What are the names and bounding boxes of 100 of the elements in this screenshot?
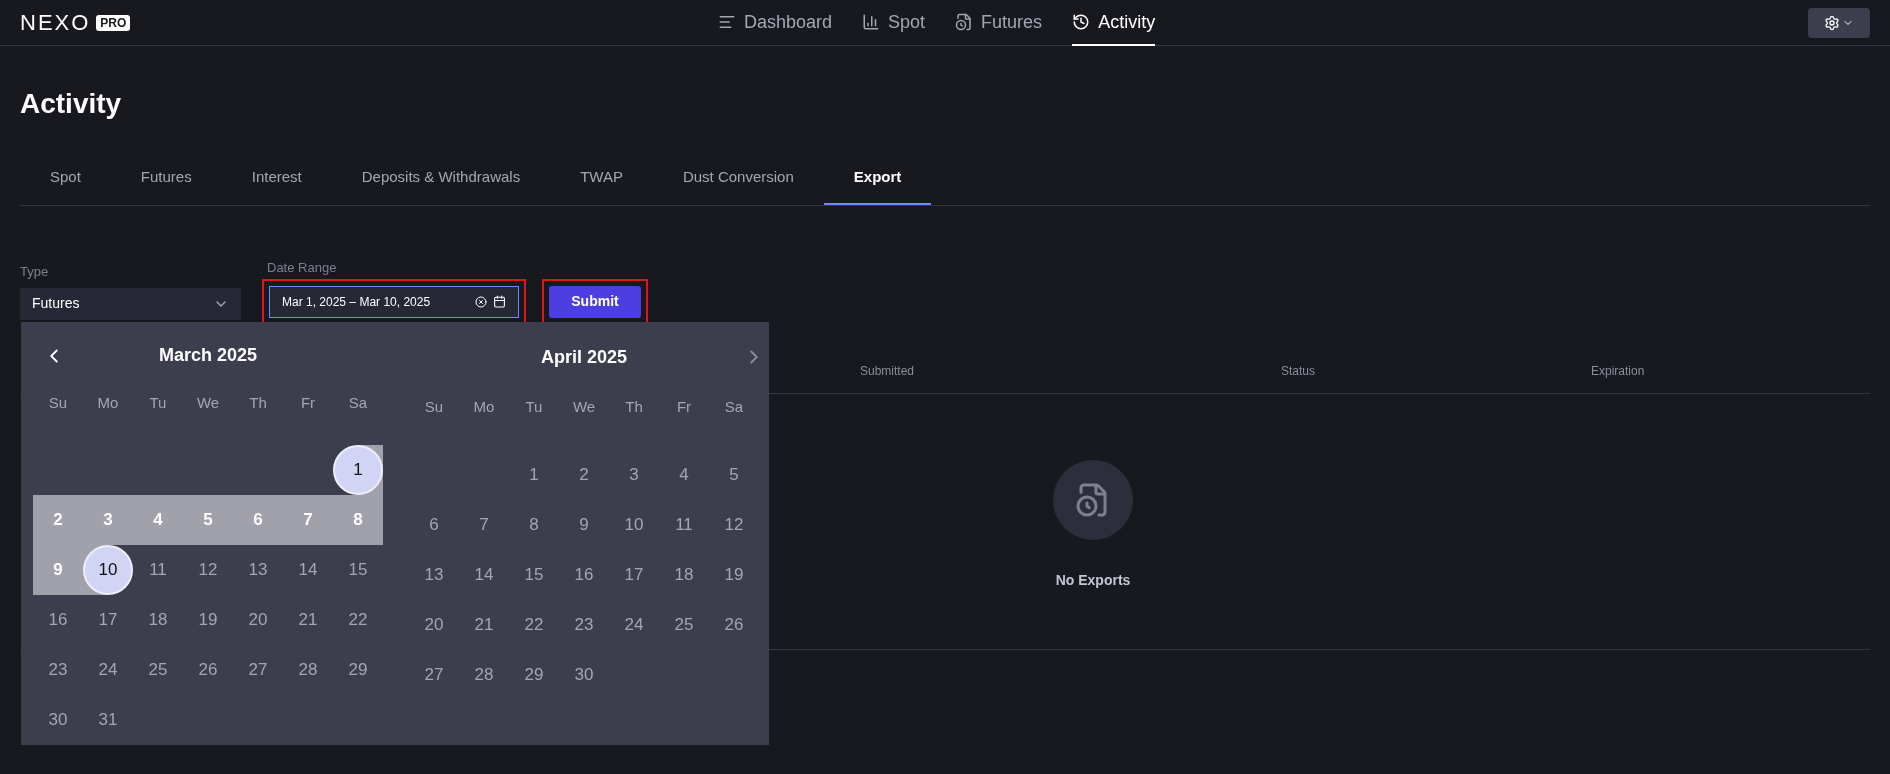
calendar-icon[interactable] [493,295,506,308]
calendar-day[interactable]: 12 [183,545,233,595]
nav-tab[interactable]: Dashboard [718,0,833,46]
calendar-day[interactable]: 21 [459,600,509,650]
weekday-label: Fr [675,396,693,417]
calendar-day[interactable]: 8 [333,495,383,545]
calendar-day[interactable]: 9 [559,500,609,550]
calendar-day[interactable]: 15 [333,545,383,595]
calendar-day[interactable]: 10 [83,545,133,595]
calendar-day[interactable]: 28 [283,645,333,695]
calendar-day[interactable]: 13 [233,545,283,595]
page-title: Activity [20,87,123,121]
calendar-day[interactable]: 8 [509,500,559,550]
calendar-day[interactable]: 2 [33,495,83,545]
calendar-day[interactable]: 4 [659,450,709,500]
calendar-day[interactable]: 24 [83,645,133,695]
calendar-day[interactable]: 6 [233,495,283,545]
settings-icon [1824,14,1840,31]
calendar-day[interactable]: 11 [133,545,183,595]
calendar-day[interactable]: 5 [183,495,233,545]
calendar-day[interactable]: 5 [709,450,759,500]
calendar-day[interactable]: 27 [409,650,459,700]
bar-chart-icon [862,13,881,31]
history-icon [1072,13,1091,31]
calendar-day[interactable]: 17 [609,550,659,600]
section-tab[interactable]: Futures [110,152,222,205]
section-tab[interactable]: TWAP [550,152,653,205]
weekday-label: Mo [472,396,496,417]
calendar-day[interactable]: 19 [183,595,233,645]
section-tab[interactable]: Export [823,152,932,205]
submit-button[interactable]: Submit [549,285,641,318]
calendar-day[interactable]: 15 [509,550,559,600]
calendar-day[interactable]: 13 [409,550,459,600]
calendar-day[interactable]: 16 [559,550,609,600]
calendar-day[interactable]: 3 [609,450,659,500]
calendar-day[interactable]: 23 [559,600,609,650]
logo-badge: PRO [96,14,131,31]
calendar-day[interactable]: 18 [133,595,183,645]
nav-tab[interactable]: Spot [862,0,926,46]
calendar-day[interactable]: 29 [509,650,559,700]
calendar-day[interactable]: 9 [33,545,83,595]
calendar-day[interactable]: 17 [83,595,133,645]
calendar-day[interactable]: 7 [459,500,509,550]
calendar-day[interactable]: 27 [233,645,283,695]
weekday-label: Tu [148,393,168,414]
calendar-day[interactable]: 30 [559,650,609,700]
calendar-day[interactable]: 24 [609,600,659,650]
field-label: Date Range [267,259,338,277]
document-icon [955,13,974,31]
settings-button[interactable] [1808,7,1870,38]
calendar-day[interactable]: 25 [659,600,709,650]
calendar-day[interactable]: 12 [709,500,759,550]
weekday-label: We [195,393,221,414]
month-title: March 2025 [158,344,258,368]
calendar-day[interactable]: 22 [509,600,559,650]
calendar-day[interactable]: 18 [659,550,709,600]
calendar-day[interactable]: 19 [709,550,759,600]
calendar-day[interactable]: 31 [83,695,133,745]
calendar-day[interactable]: 14 [459,550,509,600]
month-title: April 2025 [540,345,627,369]
calendar-day[interactable]: 7 [283,495,333,545]
section-tab[interactable]: Dust Conversion [652,152,824,205]
calendar-day[interactable]: 28 [459,650,509,700]
calendar-day[interactable]: 4 [133,495,183,545]
list-icon [718,13,736,31]
calendar-day[interactable]: 1 [509,450,559,500]
weekday-label: Sa [347,393,369,414]
nav-tab[interactable]: Futures [955,0,1043,46]
calendar-day[interactable]: 30 [33,695,83,745]
calendar-day[interactable]: 21 [283,595,333,645]
calendar-day[interactable]: 16 [33,595,83,645]
field-label: Type [20,263,50,281]
clear-icon[interactable] [475,295,487,308]
calendar-day[interactable]: 6 [409,500,459,550]
nav-tab[interactable]: Activity [1072,0,1156,46]
calendar-day[interactable]: 11 [659,500,709,550]
calendar-day[interactable]: 23 [33,645,83,695]
calendar-day[interactable]: 1 [333,445,383,495]
weekday-label: We [571,396,597,417]
column-header: Submitted [860,363,915,380]
weekday-label: Su [47,393,69,414]
section-tab[interactable]: Interest [221,152,332,205]
calendar-day[interactable]: 26 [183,645,233,695]
section-tab[interactable]: Deposits & Withdrawals [331,152,551,205]
calendar-day[interactable]: 20 [409,600,459,650]
date-range-field[interactable]: Mar 1, 2025 – Mar 10, 2025 [269,285,519,318]
section-tab[interactable]: Spot [20,152,111,205]
calendar-day[interactable]: 14 [283,545,333,595]
calendar-day[interactable]: 26 [709,600,759,650]
type-select[interactable]: Futures [20,287,241,320]
empty-state-text: No Exports [1055,571,1131,590]
calendar-day[interactable]: 20 [233,595,283,645]
calendar-day[interactable]: 22 [333,595,383,645]
weekday-label: Su [423,396,445,417]
calendar-day[interactable]: 29 [333,645,383,695]
calendar-day[interactable]: 3 [83,495,133,545]
calendar-day[interactable]: 2 [559,450,609,500]
weekday-label: Mo [96,393,120,414]
calendar-day[interactable]: 10 [609,500,659,550]
calendar-day[interactable]: 25 [133,645,183,695]
